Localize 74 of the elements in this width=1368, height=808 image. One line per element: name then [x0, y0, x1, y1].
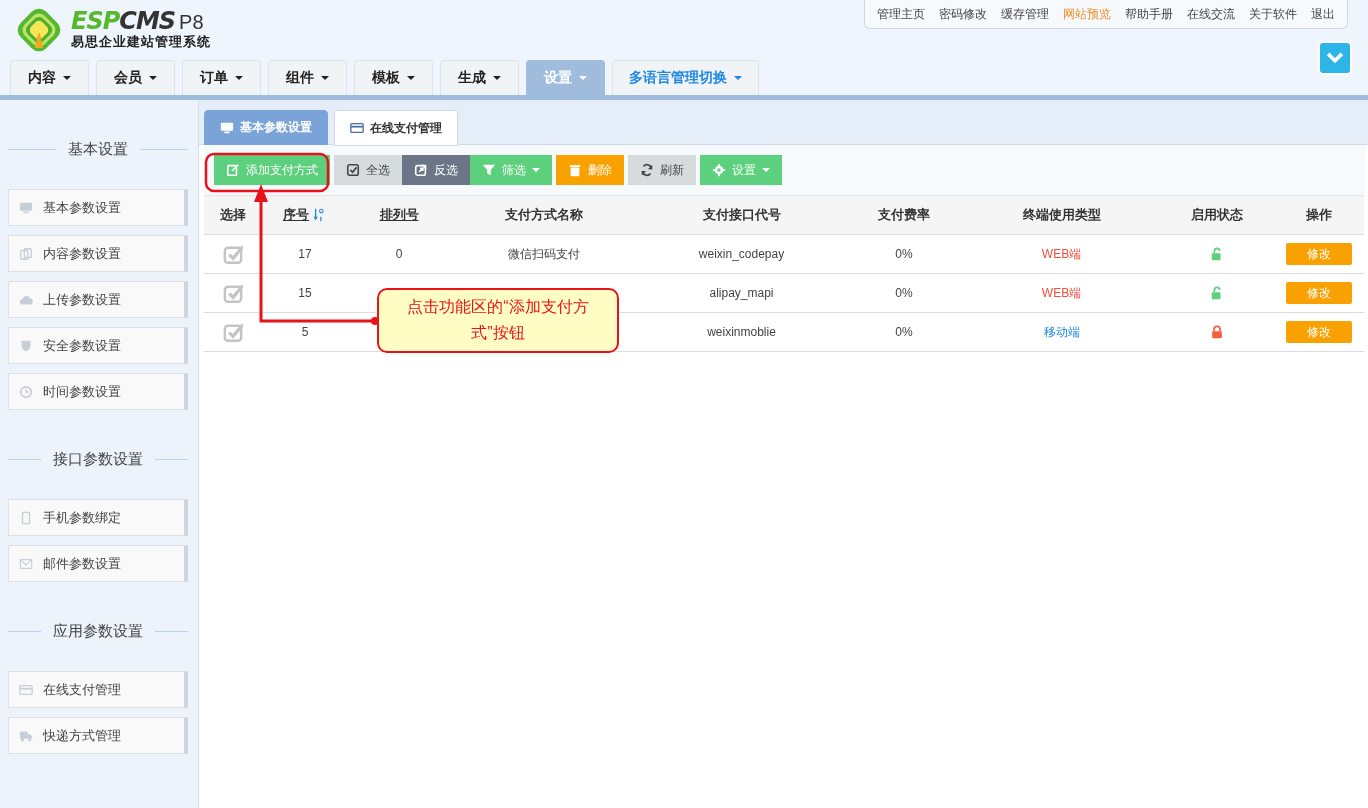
top-link[interactable]: 关于软件 [1249, 5, 1297, 23]
top-link[interactable]: 密码修改 [939, 5, 987, 23]
column-header[interactable]: 排列号 [379, 206, 419, 224]
version-label: P8 [179, 11, 204, 33]
logo-wordmark: ESPCMS [71, 9, 176, 33]
table-cell: 0% [895, 325, 913, 339]
nav-tab[interactable]: 模板 [354, 60, 433, 95]
filter-icon [482, 163, 496, 177]
nav-tab[interactable]: 内容 [10, 60, 89, 95]
phone-icon [19, 510, 33, 525]
top-link[interactable]: 管理主页 [877, 5, 925, 23]
sidebar-item[interactable]: 基本参数设置 [8, 189, 188, 226]
table-cell: 0% [895, 247, 913, 261]
table-cell: alipay_mapi [709, 286, 774, 300]
checkbox-icon [222, 322, 243, 342]
table-cell: weixinmoblie [707, 325, 776, 339]
card-icon [19, 682, 33, 697]
top-link[interactable]: 在线交流 [1187, 5, 1235, 23]
top-link[interactable]: 缓存管理 [1001, 5, 1049, 23]
refresh-icon [640, 163, 654, 177]
clock-icon [19, 384, 33, 399]
sidebar-item[interactable]: 内容参数设置 [8, 235, 188, 272]
table-cell: 17 [298, 247, 312, 261]
column-header: 支付方式名称 [505, 206, 583, 224]
column-header: 选择 [219, 206, 246, 224]
check-icon [346, 163, 360, 177]
sidebar-section-title: 接口参数设置 [53, 449, 143, 469]
sidebar-item[interactable]: 安全参数设置 [8, 327, 188, 364]
sidebar-item[interactable]: 时间参数设置 [8, 373, 188, 410]
trash-icon [568, 163, 582, 177]
sidebar-item[interactable]: 手机参数绑定 [8, 499, 188, 536]
table-cell: 15 [298, 286, 312, 300]
column-header: 支付费率 [878, 206, 930, 224]
monitor-icon [220, 120, 234, 135]
scroll-down-button[interactable] [1320, 43, 1350, 73]
column-header: 支付接口代号 [702, 206, 781, 224]
nav-tab[interactable]: 生成 [440, 60, 519, 95]
sidebar-item[interactable]: 在线支付管理 [8, 671, 188, 708]
terminal-type: WEB端 [1041, 246, 1082, 261]
sidebar-section-title: 基本设置 [68, 139, 128, 159]
nav-tab[interactable]: 组件 [268, 60, 347, 95]
callout-text: 点击功能区的“添加支付方式”按钮 [377, 288, 619, 353]
sidebar-item[interactable]: 上传参数设置 [8, 281, 188, 318]
table-cell: 微信扫码支付 [508, 246, 580, 261]
monitor-icon [19, 200, 33, 215]
sort-icon [313, 208, 327, 222]
edit-icon [226, 163, 240, 177]
copy-icon [19, 246, 33, 261]
toolbar-button[interactable]: 刷新 [628, 155, 696, 185]
logo-subtitle: 易思企业建站管理系统 [71, 33, 211, 51]
sidebar-item[interactable]: 邮件参数设置 [8, 545, 188, 582]
table-cell: weixin_codepay [698, 247, 785, 261]
sidebar-section-title: 应用参数设置 [53, 621, 143, 641]
toolbar-button[interactable]: 反选 [402, 155, 470, 185]
checkbox-icon [222, 244, 243, 264]
mail-icon [19, 556, 33, 571]
toolbar-button[interactable]: 全选 [334, 155, 402, 185]
terminal-type: WEB端 [1041, 285, 1082, 300]
card-icon [350, 121, 364, 135]
terminal-type: 移动端 [1043, 324, 1080, 339]
shield-icon [19, 338, 33, 353]
table-cell: 0% [895, 286, 913, 300]
nav-tab[interactable]: 订单 [182, 60, 261, 95]
sidebar-item[interactable]: 快递方式管理 [8, 717, 188, 754]
checkbox-icon [222, 283, 243, 303]
top-link[interactable]: 退出 [1311, 5, 1335, 23]
table-cell: 5 [301, 325, 309, 339]
content-tab[interactable]: 在线支付管理 [334, 110, 458, 146]
column-header: 终端使用类型 [1022, 206, 1101, 224]
top-link[interactable]: 帮助手册 [1125, 5, 1173, 23]
column-header: 操作 [1306, 206, 1332, 224]
column-header: 启用状态 [1190, 206, 1243, 224]
table-cell: 0 [395, 247, 403, 261]
nav-tab[interactable]: 会员 [96, 60, 175, 95]
